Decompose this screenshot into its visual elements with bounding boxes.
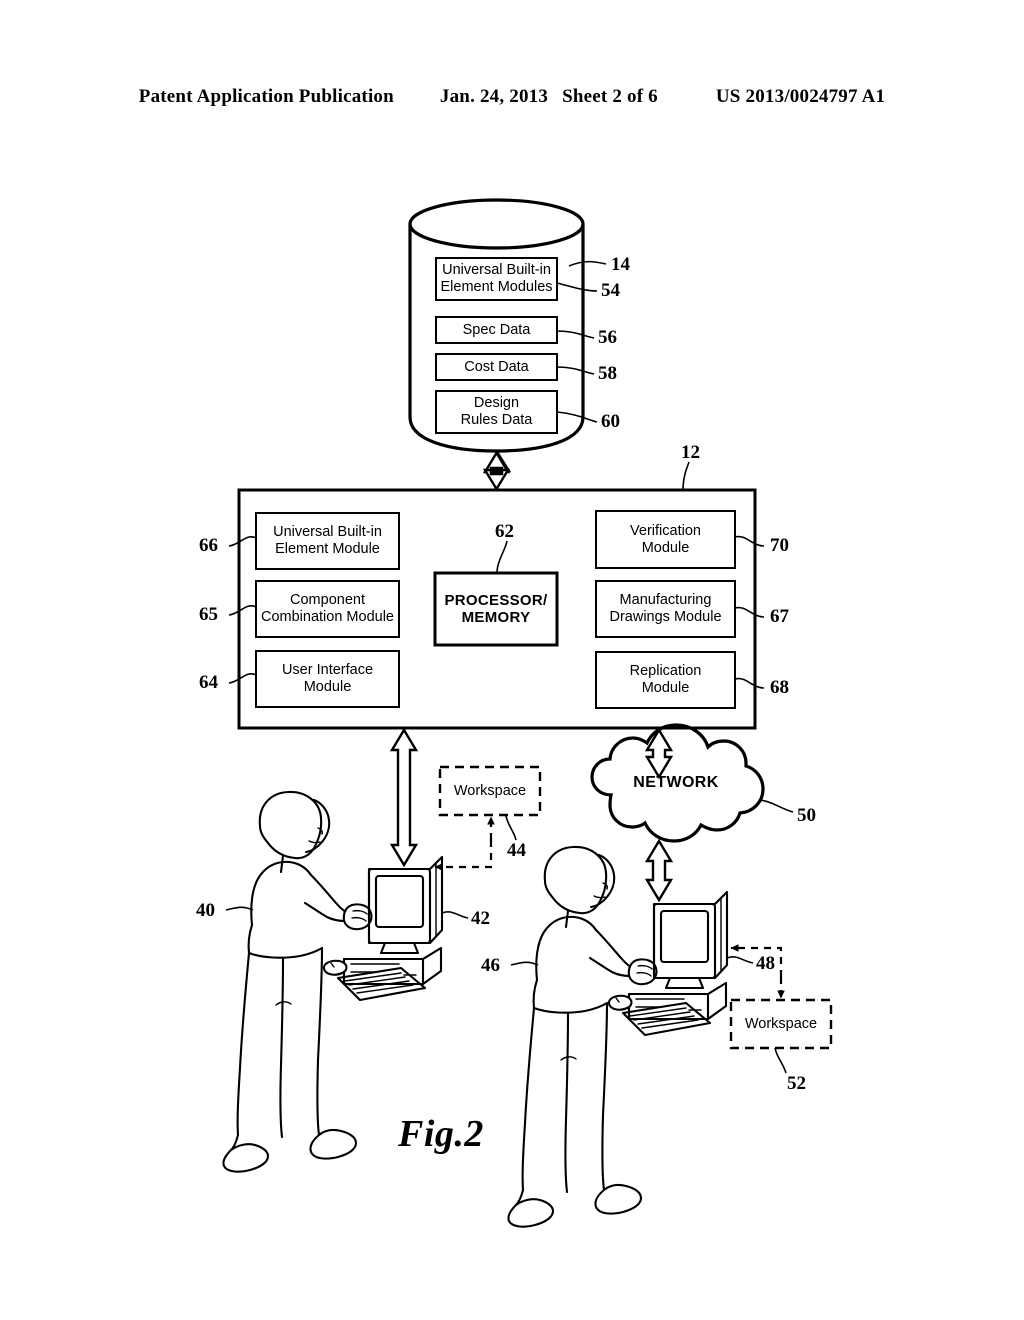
ref-68: 68 [770, 677, 789, 698]
db-box-universal-built-in-element-modules [435, 257, 558, 301]
workspace-box-44 [438, 765, 542, 817]
module-box-component-combination [255, 580, 400, 638]
ref-64: 64 [199, 672, 218, 693]
ref-50: 50 [797, 805, 816, 826]
leader-58 [556, 366, 595, 375]
leader-14 [568, 260, 607, 267]
computer-42 [322, 855, 444, 1002]
ref-14: 14 [611, 254, 630, 275]
db-box-design-rules-data [435, 390, 558, 434]
ref-54: 54 [601, 280, 620, 301]
leader-12 [682, 461, 690, 491]
leader-42 [441, 911, 469, 919]
module-box-manufacturing-drawings [595, 580, 736, 638]
ref-40: 40 [196, 900, 215, 921]
user-figure-46 [507, 845, 658, 1228]
network-cloud [590, 723, 765, 843]
ref-48: 48 [756, 953, 775, 974]
ref-70: 70 [770, 535, 789, 556]
arrow-database-system [482, 450, 512, 492]
ref-62: 62 [495, 521, 514, 542]
db-box-cost-data [435, 353, 558, 381]
processor-memory-box [433, 571, 559, 647]
ref-56: 56 [598, 327, 617, 348]
patent-figure-2: .ln { fill:none; stroke:#000; stroke-wid… [222, 198, 833, 1228]
module-box-user-interface [255, 650, 400, 708]
ref-42: 42 [471, 908, 490, 929]
module-box-universal-built-in-element [255, 512, 400, 570]
leader-40 [225, 906, 254, 911]
ref-12: 12 [681, 442, 700, 463]
workspace-44-connector [434, 840, 493, 871]
ref-67: 67 [770, 606, 789, 627]
figure-caption: Fig.2 [398, 1113, 484, 1155]
ref-52: 52 [787, 1073, 806, 1094]
ref-44: 44 [507, 840, 526, 861]
leader-50 [759, 799, 794, 813]
ref-60: 60 [601, 411, 620, 432]
ref-65: 65 [199, 604, 218, 625]
leader-52 [774, 1047, 787, 1074]
workspace-box-52 [729, 998, 833, 1050]
arrow-system-computer-42 [389, 727, 419, 868]
leader-54 [556, 282, 598, 292]
arrow-network-computer-48 [644, 838, 674, 903]
module-box-replication [595, 651, 736, 709]
leader-48 [726, 956, 754, 964]
leader-44 [505, 815, 517, 841]
module-box-verification [595, 510, 736, 569]
leader-46 [510, 961, 539, 966]
db-box-spec-data [435, 316, 558, 344]
ref-46: 46 [481, 955, 500, 976]
ref-58: 58 [598, 363, 617, 384]
leader-60 [556, 411, 598, 423]
user-figure-40 [222, 790, 373, 1173]
leader-56 [556, 330, 595, 339]
ref-66: 66 [199, 535, 218, 556]
